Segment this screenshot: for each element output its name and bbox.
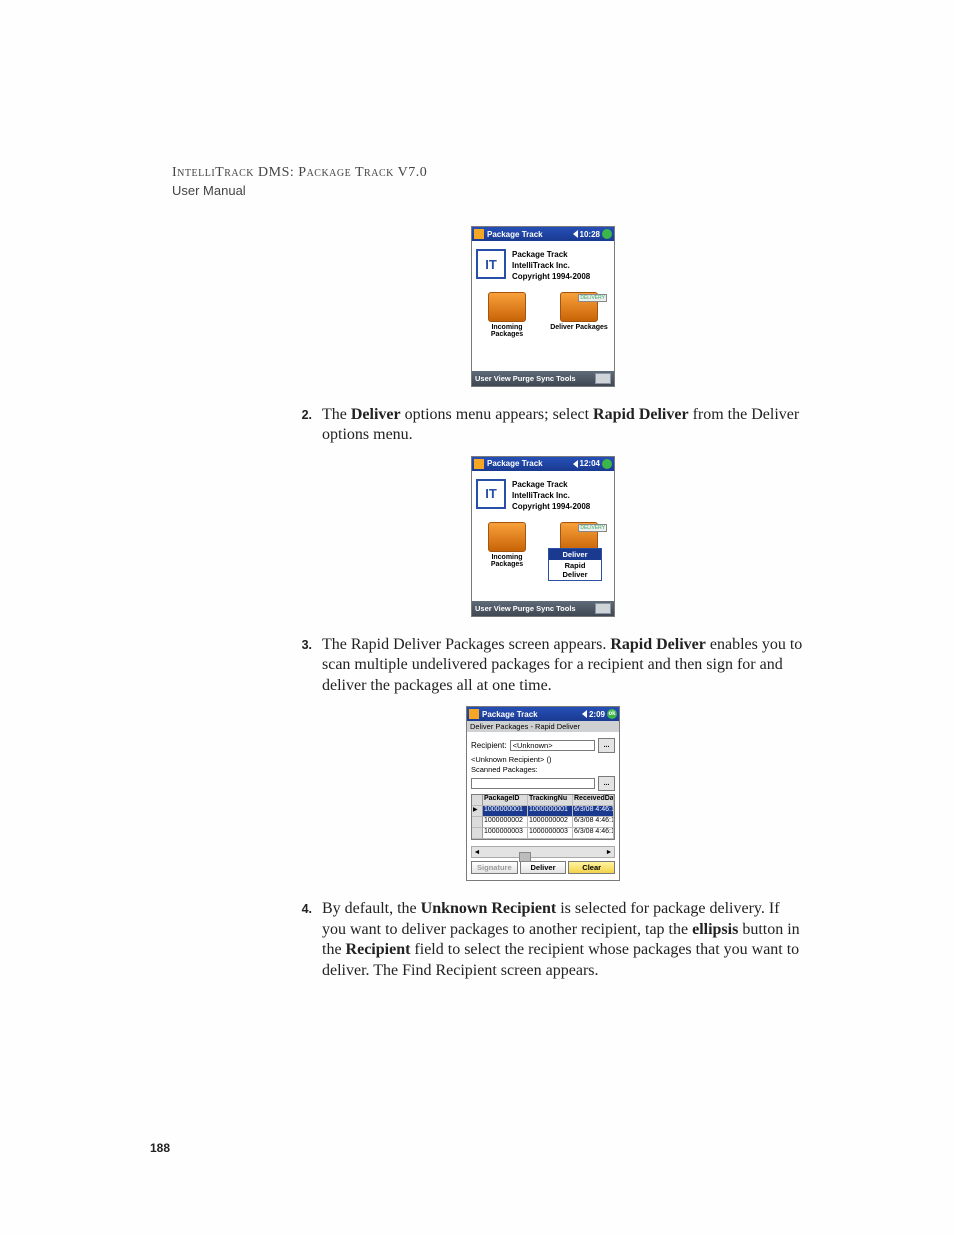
deliver-dropdown: Deliver Rapid Deliver xyxy=(548,548,602,581)
step-4: 4. By default, the Unknown Recipient is … xyxy=(282,899,804,981)
phone-footer-menu[interactable]: User View Purge Sync Tools xyxy=(472,601,614,616)
rapid-deliver-menu-item[interactable]: Rapid Deliver xyxy=(549,560,601,580)
phone-titlebar: Package Track 2:09 ok xyxy=(467,707,619,721)
status-icons: 2:09 ok xyxy=(572,709,617,719)
step-2: 2. The Deliver options menu appears; sel… xyxy=(282,405,804,446)
scroll-right-icon[interactable]: ► xyxy=(604,849,614,856)
app-title: Package Track xyxy=(487,459,563,468)
screen-subtitle: Deliver Packages - Rapid Deliver xyxy=(467,721,619,732)
ok-badge[interactable]: ok xyxy=(607,709,617,719)
ok-icon xyxy=(602,229,612,239)
incoming-packages-label: Incoming Packages xyxy=(478,554,536,568)
step-number: 4. xyxy=(282,899,322,981)
signal-icon xyxy=(563,230,571,238)
step-text: By default, the Unknown Recipient is sel… xyxy=(322,899,804,981)
step-3: 3. The Rapid Deliver Packages screen app… xyxy=(282,635,804,696)
step-number: 3. xyxy=(282,635,322,696)
recipient-field[interactable]: <Unknown> xyxy=(510,740,595,751)
col-receiveddate[interactable]: ReceivedDate xyxy=(573,795,614,806)
recipient-ellipsis-button[interactable]: ... xyxy=(598,738,615,753)
incoming-packages-icon[interactable] xyxy=(488,522,526,552)
app-icon xyxy=(474,229,484,239)
signal-icon xyxy=(572,710,580,718)
page-number: 188 xyxy=(150,1141,170,1155)
phone-titlebar: Package Track 10:28 xyxy=(472,227,614,241)
table-row[interactable]: 1000000001 1000000001 6/3/08 4:46:15 P xyxy=(472,806,614,817)
phone-titlebar: Package Track 12:04 xyxy=(472,457,614,471)
col-trackingno[interactable]: TrackingNu xyxy=(528,795,573,806)
figure-deliver-menu: Package Track 12:04 IT Package Track Int… xyxy=(282,456,804,617)
figure-main-menu: Package Track 10:28 IT Package Track Int… xyxy=(282,226,804,387)
app-icon xyxy=(469,709,479,719)
recipient-display: <Unknown Recipient> () xyxy=(471,755,615,764)
it-logo: IT xyxy=(476,479,506,509)
clear-button[interactable]: Clear xyxy=(568,861,615,874)
manual-page: IntelliTrack DMS: Package Track V7.0 Use… xyxy=(0,0,954,1235)
packages-grid[interactable]: PackageID TrackingNu ReceivedDate 100000… xyxy=(471,794,615,840)
table-row[interactable]: 1000000002 1000000002 6/3/08 4:46:16 P xyxy=(472,817,614,828)
step-text: The Rapid Deliver Packages screen appear… xyxy=(322,635,804,696)
phone-footer-menu[interactable]: User View Purge Sync Tools xyxy=(472,371,614,386)
status-icons: 12:04 xyxy=(563,459,612,469)
deliver-packages-label: Deliver Packages xyxy=(550,324,608,331)
step-text: The Deliver options menu appears; select… xyxy=(322,405,804,446)
scan-input[interactable] xyxy=(471,778,595,789)
status-icons: 10:28 xyxy=(563,229,612,239)
scroll-left-icon[interactable]: ◄ xyxy=(472,849,482,856)
deliver-packages-icon[interactable] xyxy=(560,292,598,322)
app-icon xyxy=(474,459,484,469)
deliver-button[interactable]: Deliver xyxy=(520,861,567,874)
clock-text: 12:04 xyxy=(580,459,600,468)
step-number: 2. xyxy=(282,405,322,446)
copyright-text: Package Track IntelliTrack Inc. Copyrigh… xyxy=(512,479,590,512)
speaker-icon xyxy=(573,230,578,238)
scanned-packages-label: Scanned Packages: xyxy=(471,765,615,774)
speaker-icon xyxy=(573,460,578,468)
app-title: Package Track xyxy=(487,230,563,239)
signature-button[interactable]: Signature xyxy=(471,861,518,874)
ok-icon xyxy=(602,459,612,469)
incoming-packages-icon[interactable] xyxy=(488,292,526,322)
signal-icon xyxy=(563,460,571,468)
app-title: Package Track xyxy=(482,710,572,719)
clock-text: 10:28 xyxy=(580,230,600,239)
incoming-packages-label: Incoming Packages xyxy=(478,324,536,338)
it-logo: IT xyxy=(476,249,506,279)
clock-text: 2:09 xyxy=(589,710,605,719)
col-packageid[interactable]: PackageID xyxy=(483,795,528,806)
figure-rapid-deliver: Package Track 2:09 ok Deliver Packages -… xyxy=(282,706,804,881)
scroll-thumb[interactable] xyxy=(519,852,531,862)
copyright-text: Package Track IntelliTrack Inc. Copyrigh… xyxy=(512,249,590,282)
keyboard-icon[interactable] xyxy=(595,603,611,614)
header-title: IntelliTrack DMS: Package Track V7.0 xyxy=(172,165,804,181)
deliver-menu-item[interactable]: Deliver xyxy=(549,549,601,560)
horizontal-scrollbar[interactable]: ◄ ► xyxy=(471,846,615,858)
keyboard-icon[interactable] xyxy=(595,373,611,384)
table-row[interactable]: 1000000003 1000000003 6/3/08 4:46:16 P xyxy=(472,828,614,839)
header-subtitle: User Manual xyxy=(172,183,804,198)
speaker-icon xyxy=(582,710,587,718)
recipient-label: Recipient: xyxy=(471,741,507,750)
scan-ellipsis-button[interactable]: ... xyxy=(598,776,615,791)
